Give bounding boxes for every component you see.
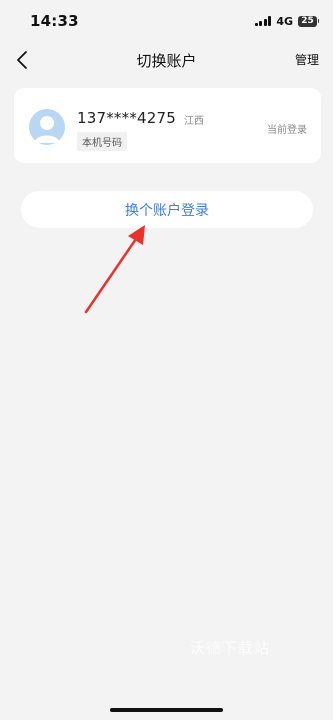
current-login-status: 当前登录 (267, 125, 307, 136)
manage-button[interactable]: 管理 (295, 51, 319, 68)
switch-account-button[interactable]: 换个账户登录 (21, 191, 313, 228)
back-button[interactable] (10, 48, 34, 72)
battery-level: 25 (301, 16, 314, 26)
account-region: 江西 (184, 116, 204, 127)
network-type: 4G (276, 14, 293, 28)
watermark-text: 沃德下载站 (190, 639, 271, 657)
account-phone: 137****4275 (77, 109, 177, 127)
home-indicator (110, 708, 223, 712)
user-avatar-icon (34, 116, 60, 143)
chevron-left-icon (17, 51, 27, 69)
local-number-tag: 本机号码 (77, 132, 127, 151)
arrow-head (128, 225, 145, 245)
signal-icon (254, 16, 272, 26)
nav-bar: 切换账户 管理 (0, 42, 333, 78)
arrow-shaft (84, 234, 140, 314)
status-indicators: 4G 25 (254, 14, 319, 28)
account-card[interactable]: 137****4275 江西 本机号码 当前登录 (14, 88, 321, 163)
avatar (29, 109, 65, 145)
page-title: 切换账户 (136, 51, 197, 70)
battery-icon: 25 (298, 15, 319, 27)
status-time: 14:33 (30, 12, 79, 30)
status-bar: 14:33 4G 25 (0, 0, 333, 42)
